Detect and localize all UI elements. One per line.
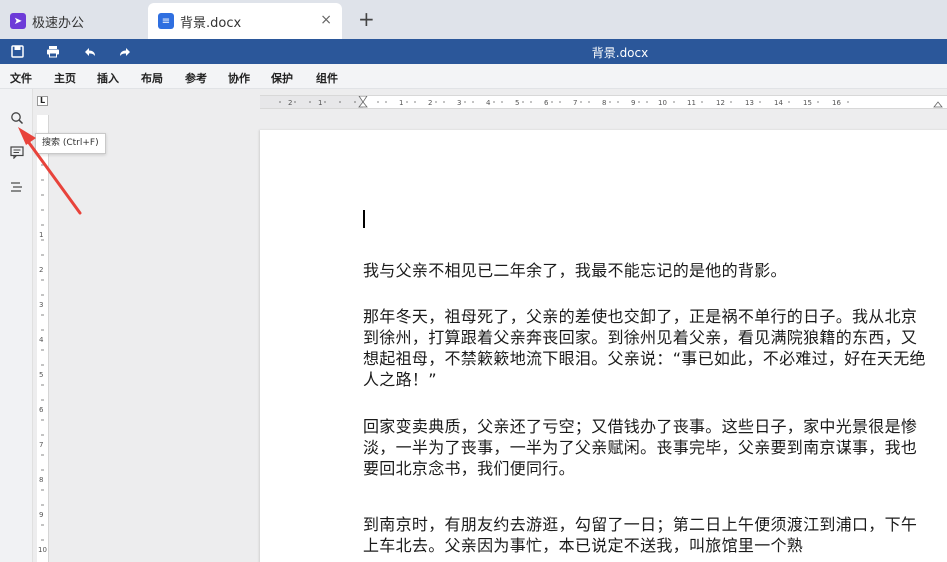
svg-text:8: 8 [602,99,606,107]
menu-home[interactable]: 主页 [54,70,76,86]
svg-text:6: 6 [39,406,44,414]
vertical-ruler-ticks: 1 2 3 4 5 6 7 8 9 10 [38,134,47,554]
svg-text:1: 1 [399,99,403,107]
search-button[interactable] [4,107,30,129]
svg-text:11: 11 [687,99,696,107]
tab-doc-label: 背景.docx [180,15,242,31]
svg-text:4: 4 [39,336,44,344]
paragraph-1[interactable]: 我与父亲不相见已二年余了，我最不能忘记的是他的背影。 [363,260,931,281]
paragraph-3[interactable]: 回家变卖典质，父亲还了亏空；又借钱办了丧事。这些日子，家中光景很是惨淡，一半为了… [363,416,931,479]
svg-text:9: 9 [631,99,635,107]
svg-text:14: 14 [774,99,783,107]
browser-tab-strip: ➤ 极速办公 ≡ 背景.docx × + [0,0,947,39]
menu-plugins[interactable]: 组件 [316,70,338,86]
comments-button[interactable] [4,141,30,163]
search-tooltip: 搜索 (Ctrl+F) [35,133,106,154]
svg-text:7: 7 [39,441,43,449]
svg-text:8: 8 [39,476,43,484]
svg-text:4: 4 [486,99,491,107]
horizontal-ruler[interactable]: 21 1234 5678 9 10 11 12 13 14 15 16 [260,95,947,109]
new-tab-button[interactable]: + [358,9,375,29]
text-cursor [363,210,365,228]
close-tab-icon[interactable]: × [320,12,332,28]
left-rail [0,89,33,562]
tab-app-home[interactable]: ➤ 极速办公 [0,3,146,39]
paragraph-2[interactable]: 那年冬天，祖母死了，父亲的差使也交卸了，正是祸不单行的日子。我从北京到徐州，打算… [363,306,931,390]
svg-text:15: 15 [803,99,812,107]
paragraph-4[interactable]: 到南京时，有朋友约去游逛，勾留了一日；第二日上午便须渡江到浦口，下午上车北去。父… [363,514,931,556]
document-icon: ≡ [158,13,174,29]
svg-text:1: 1 [39,231,43,239]
menu-references[interactable]: 参考 [185,70,207,86]
tab-stop-selector[interactable]: L [37,96,48,106]
menu-layout[interactable]: 布局 [141,70,163,86]
svg-text:3: 3 [39,301,43,309]
vertical-ruler[interactable]: 1 2 3 4 5 6 7 8 9 10 [37,115,49,562]
svg-text:10: 10 [658,99,667,107]
tab-app-label: 极速办公 [32,15,85,31]
outline-button[interactable] [4,176,30,198]
svg-text:5: 5 [39,371,43,379]
svg-text:7: 7 [573,99,577,107]
document-title: 背景.docx [591,46,649,60]
ruler-ticks: 21 1234 5678 9 10 11 12 13 14 15 16 [279,96,943,108]
svg-text:9: 9 [39,511,43,519]
menu-file[interactable]: 文件 [10,70,32,86]
svg-text:10: 10 [38,546,47,554]
search-icon [11,112,24,125]
svg-text:12: 12 [716,99,725,107]
title-bar: 背景.docx [0,39,947,64]
svg-text:6: 6 [544,99,549,107]
comment-icon [10,145,24,159]
svg-text:2: 2 [428,99,432,107]
svg-text:16: 16 [832,99,841,107]
svg-text:13: 13 [745,99,754,107]
rocket-icon: ➤ [10,13,26,29]
svg-text:2: 2 [288,99,292,107]
menu-protect[interactable]: 保护 [271,70,293,86]
menu-collaboration[interactable]: 协作 [228,70,250,86]
tab-document[interactable]: ≡ 背景.docx × [148,3,342,39]
svg-text:3: 3 [457,99,461,107]
document-page[interactable]: 我与父亲不相见已二年余了，我最不能忘记的是他的背影。 那年冬天，祖母死了，父亲的… [260,130,947,562]
menu-insert[interactable]: 插入 [97,70,119,86]
svg-text:1: 1 [318,99,322,107]
svg-text:2: 2 [39,266,43,274]
svg-text:5: 5 [515,99,519,107]
menu-bar: 文件 主页 插入 布局 参考 协作 保护 组件 [0,64,947,89]
outline-icon [11,182,22,192]
